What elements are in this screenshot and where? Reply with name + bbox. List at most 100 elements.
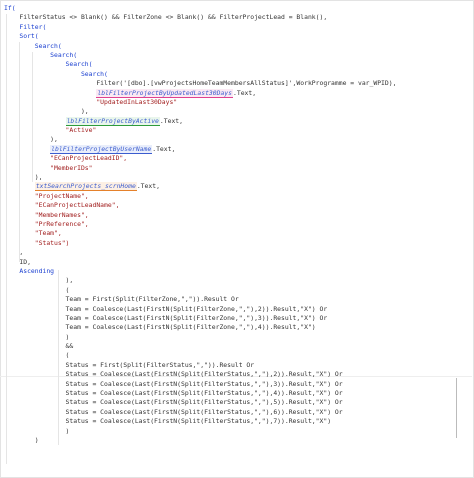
code-line: "MemberIDs" — [4, 164, 396, 173]
code-line: Status = Coalesce(Last(FirstN(Split(Filt… — [4, 417, 396, 426]
code-token: .Text, — [152, 144, 176, 153]
code-token: Team = Coalesce(Last(FirstN(Split(Filter… — [4, 313, 328, 322]
code-line: "ECanProjectLeadName", — [4, 201, 396, 210]
control-reference: lblFilterProjectByActive — [65, 116, 160, 126]
code-token: ), — [4, 135, 58, 144]
code-line: Status = Coalesce(Last(FirstN(Split(Filt… — [4, 380, 396, 389]
code-token: ID, — [4, 257, 31, 266]
editor-gutter-marker — [456, 378, 457, 438]
code-line: Search( — [4, 42, 396, 51]
control-reference: txtSearchProjects_scrnHome — [34, 182, 137, 192]
code-line: Status = Coalesce(Last(FirstN(Split(Filt… — [4, 370, 396, 379]
code-token: "ECanProjectLeadName", — [4, 201, 120, 210]
code-line: If( — [4, 4, 396, 13]
code-token: ) — [4, 435, 39, 444]
code-token: ) — [4, 426, 70, 435]
code-line: && — [4, 342, 396, 351]
code-token: Status = Coalesce(Last(FirstN(Split(Filt… — [4, 379, 343, 388]
code-token: "Team", — [4, 229, 62, 238]
code-line: ) — [4, 333, 396, 342]
code-line: lblFilterProjectByUserName.Text, — [4, 144, 396, 154]
code-line: Status = Coalesce(Last(FirstN(Split(Filt… — [4, 408, 396, 417]
code-token: Team = First(Split(FilterZone,",")).Resu… — [4, 295, 239, 304]
code-line: Ascending — [4, 267, 396, 276]
code-line: "Active" — [4, 126, 396, 135]
code-line: "MemberNames", — [4, 211, 396, 220]
code-token: ), — [4, 173, 43, 182]
control-reference: lblFilterProjectByUpdatedLast30Days — [96, 88, 234, 98]
code-token: Status = Coalesce(Last(FirstN(Split(Filt… — [4, 417, 332, 426]
code-token: Filter('[dbo].[vwProjectsHomeTeamMembers… — [4, 79, 397, 88]
code-line: Search( — [4, 60, 396, 69]
code-token: Status = Coalesce(Last(FirstN(Split(Filt… — [4, 370, 343, 379]
code-token: Search( — [4, 69, 108, 78]
code-line: Status = Coalesce(Last(FirstN(Split(Filt… — [4, 398, 396, 407]
code-token: Status = Coalesce(Last(FirstN(Split(Filt… — [4, 407, 343, 416]
code-token: .Text, — [159, 116, 183, 125]
code-token: Status = Coalesce(Last(FirstN(Split(Filt… — [4, 398, 343, 407]
code-token: Team = Coalesce(Last(FirstN(Split(Filter… — [4, 323, 316, 332]
code-line: Team = Coalesce(Last(FirstN(Split(Filter… — [4, 305, 396, 314]
code-token: .Text, — [136, 182, 160, 191]
code-line: ( — [4, 286, 396, 295]
code-line: ), — [4, 173, 396, 182]
code-token: "Status") — [4, 238, 70, 247]
code-line: lblFilterProjectByActive.Text, — [4, 116, 396, 126]
code-token: ), — [4, 276, 74, 285]
code-line: , — [4, 248, 396, 257]
code-editor[interactable]: If( FilterStatus <> Blank() && FilterZon… — [4, 4, 396, 445]
code-line: Filter('[dbo].[vwProjectsHomeTeamMembers… — [4, 79, 396, 88]
code-token: If( — [4, 4, 16, 12]
code-token: Status = Coalesce(Last(FirstN(Split(Filt… — [4, 389, 343, 398]
code-line: ), — [4, 107, 396, 116]
code-token: .Text, — [233, 88, 257, 97]
code-line: "Team", — [4, 229, 396, 238]
code-token: Filter( — [4, 22, 47, 31]
code-token: Sort( — [4, 32, 39, 41]
code-line: ( — [4, 351, 396, 360]
code-line: "ProjectName", — [4, 192, 396, 201]
code-token: Search( — [4, 41, 62, 50]
code-token: ( — [4, 285, 70, 294]
code-token: Search( — [4, 50, 78, 59]
code-token: Search( — [4, 60, 93, 69]
code-line: Search( — [4, 70, 396, 79]
code-line: Search( — [4, 51, 396, 60]
code-token: FilterStatus <> Blank() && FilterZone <>… — [4, 13, 328, 22]
code-line: "UpdatedInLast30Days" — [4, 98, 396, 107]
code-line: ) — [4, 427, 396, 436]
code-token: , — [4, 248, 24, 257]
code-line: Team = First(Split(FilterZone,",")).Resu… — [4, 295, 396, 304]
code-token: Ascending — [4, 266, 55, 275]
code-line: ID, — [4, 258, 396, 267]
code-line: "PrReference", — [4, 220, 396, 229]
code-token: && — [4, 342, 74, 351]
code-line: "ECanProjectLeadID", — [4, 154, 396, 163]
code-line: Status = Coalesce(Last(FirstN(Split(Filt… — [4, 389, 396, 398]
code-token: "ProjectName", — [4, 191, 89, 200]
code-line: Filter( — [4, 23, 396, 32]
code-token: "Active" — [4, 126, 97, 135]
code-token: Team = Coalesce(Last(FirstN(Split(Filter… — [4, 304, 328, 313]
code-line: ), — [4, 276, 396, 285]
code-token: "PrReference", — [4, 219, 89, 228]
control-reference: lblFilterProjectByUserName — [50, 144, 153, 154]
code-line: Team = Coalesce(Last(FirstN(Split(Filter… — [4, 314, 396, 323]
code-line: FilterStatus <> Blank() && FilterZone <>… — [4, 13, 396, 22]
code-line: ), — [4, 135, 396, 144]
code-line: txtSearchProjects_scrnHome.Text, — [4, 182, 396, 192]
code-line: Status = First(Split(FilterStatus,",")).… — [4, 361, 396, 370]
code-token: "UpdatedInLast30Days" — [4, 97, 178, 106]
code-token: ( — [4, 351, 70, 360]
code-line: lblFilterProjectByUpdatedLast30Days.Text… — [4, 88, 396, 98]
code-token: "MemberIDs" — [4, 163, 93, 172]
code-line: "Status") — [4, 239, 396, 248]
code-line: Sort( — [4, 32, 396, 41]
code-line: Team = Coalesce(Last(FirstN(Split(Filter… — [4, 323, 396, 332]
code-line: ) — [4, 436, 396, 445]
code-token: ), — [4, 107, 89, 116]
code-token: ) — [4, 332, 70, 341]
